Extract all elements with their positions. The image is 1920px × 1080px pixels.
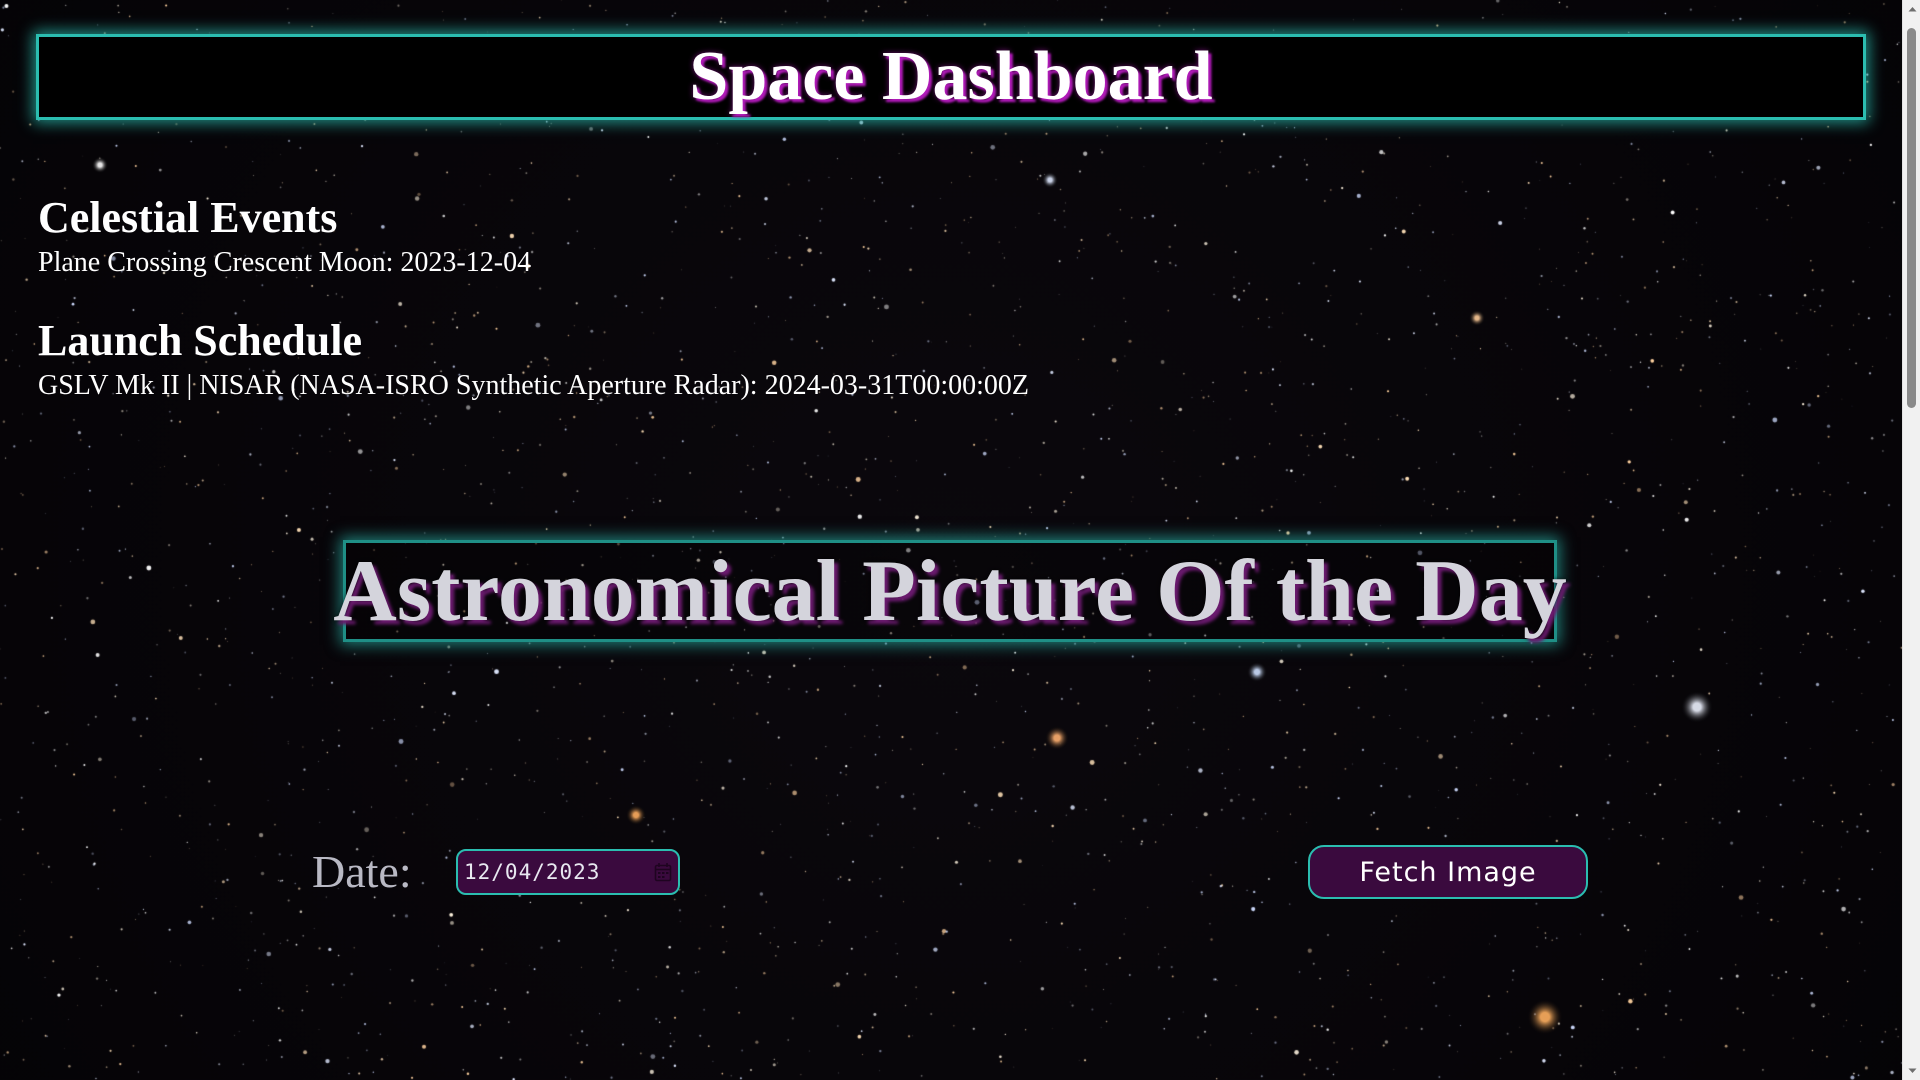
launch-item: GSLV Mk II | NISAR (NASA-ISRO Synthetic …	[38, 370, 1029, 401]
space-dashboard-page: Space Dashboard Celestial Events Plane C…	[0, 0, 1902, 1080]
scroll-thumb[interactable]	[1907, 28, 1916, 408]
scroll-up-icon[interactable]	[1903, 0, 1920, 18]
calendar-icon[interactable]	[654, 862, 672, 882]
date-input-value: 12/04/2023	[464, 860, 601, 884]
apod-heading: Astronomical Picture Of the Day	[333, 542, 1567, 640]
dashboard-header: Space Dashboard	[36, 34, 1866, 120]
celestial-event-item: Plane Crossing Crescent Moon: 2023-12-04	[38, 247, 532, 278]
date-label: Date:	[312, 846, 412, 897]
page-title: Space Dashboard	[689, 38, 1213, 115]
date-input[interactable]: 12/04/2023	[456, 849, 680, 895]
scroll-down-icon[interactable]	[1903, 1062, 1920, 1080]
launch-schedule-heading: Launch Schedule	[38, 316, 362, 365]
vertical-scrollbar[interactable]	[1902, 0, 1920, 1080]
apod-title-box: Astronomical Picture Of the Day	[333, 540, 1567, 642]
celestial-events-heading: Celestial Events	[38, 193, 338, 242]
fetch-image-button[interactable]: Fetch Image	[1308, 845, 1588, 899]
